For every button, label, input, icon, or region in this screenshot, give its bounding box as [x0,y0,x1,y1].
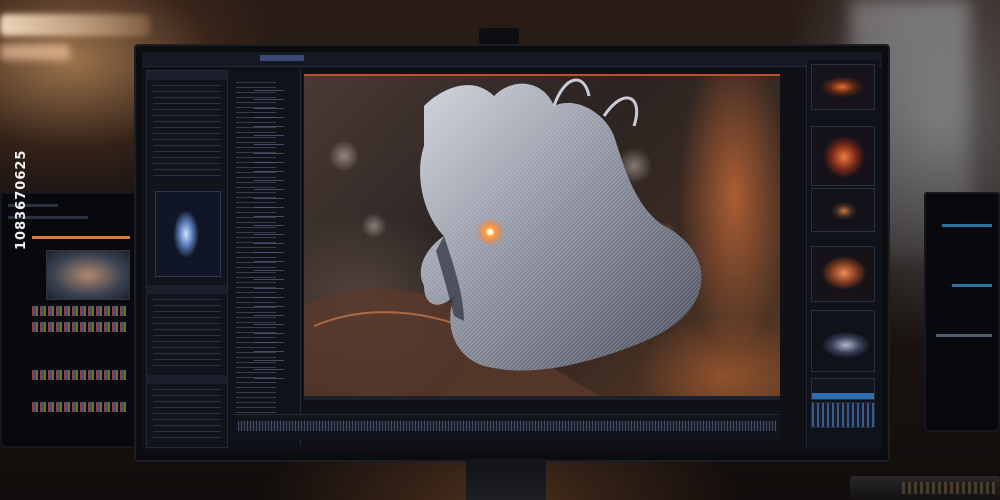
waveform [32,306,128,316]
panel-header [147,285,227,294]
timeline-marker [32,236,130,239]
render-thumbnail[interactable] [811,126,875,186]
render-thumbnail[interactable] [811,310,875,372]
property-list [153,389,221,439]
preview-thumbnail [46,250,130,300]
office-background [0,0,1000,500]
render-thumbnail[interactable] [811,188,875,232]
status-bar [936,334,992,337]
scene-outliner [230,70,301,446]
status-bar [952,284,992,287]
right-secondary-monitor [924,192,1000,432]
waveform-graph [811,402,875,428]
panel-header [147,375,227,384]
monitor-stand [466,458,546,500]
histogram-graph [811,378,875,400]
stock-id-text: 1083670625 [14,149,29,250]
timeline[interactable] [234,414,780,439]
status-bar [942,224,992,227]
render-viewport[interactable] [304,74,780,398]
editor-screen [142,52,882,452]
keyboard-keys [902,482,996,494]
render-thumbnail[interactable] [811,64,875,110]
waveform [32,370,128,380]
render-thumbnails-panel [806,60,879,448]
main-monitor [134,44,890,462]
scan-preview [155,191,221,277]
webcam [479,28,519,44]
render-thumbnail[interactable] [811,246,875,302]
properties-panel [146,70,228,448]
timeline-track[interactable] [238,421,776,431]
tab-active[interactable] [260,55,304,61]
viewport-footer [304,396,780,400]
keyboard [850,476,1000,500]
outliner-subitems [254,90,284,386]
property-list [153,299,221,369]
property-list [153,85,221,181]
panel-header [147,71,227,80]
waveform [32,322,128,332]
waveform [32,402,128,412]
ceiling-lamp-secondary [0,44,70,60]
creature-render [304,78,702,398]
menu-bar [142,52,882,67]
ceiling-lamp [0,14,150,36]
